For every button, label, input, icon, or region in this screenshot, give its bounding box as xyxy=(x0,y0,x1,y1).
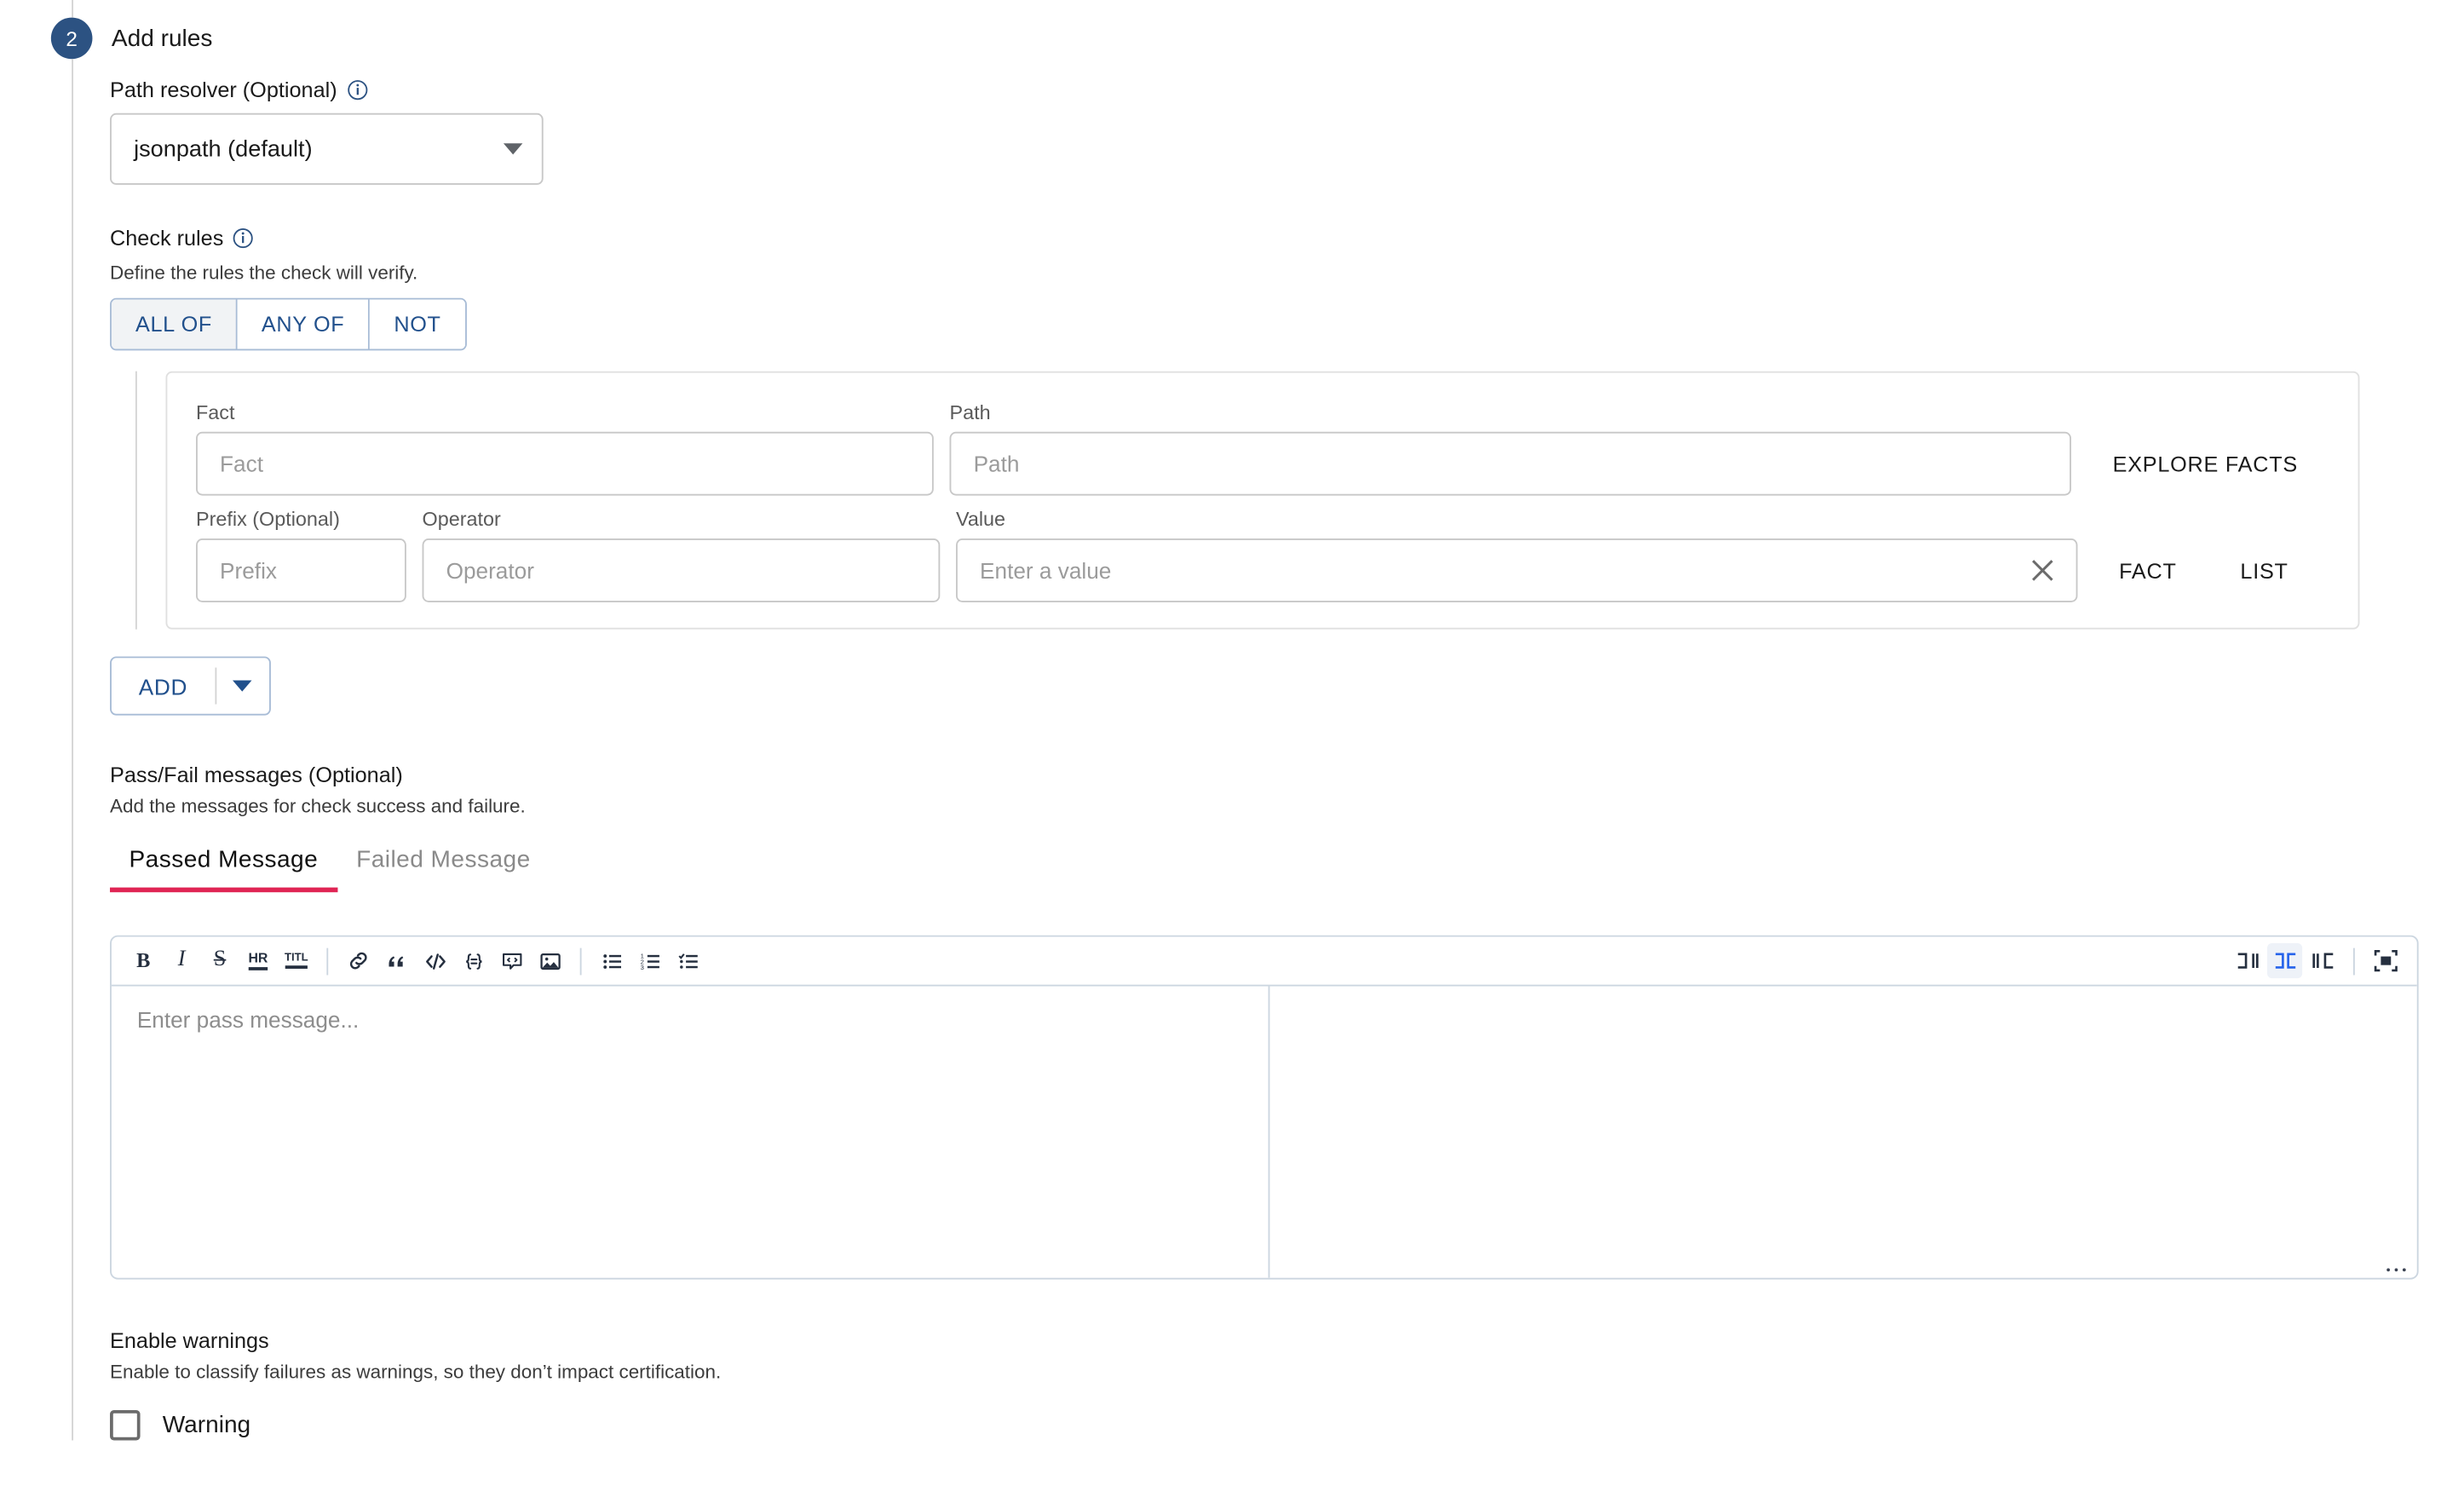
close-icon[interactable] xyxy=(2025,553,2060,588)
warning-checkbox-row[interactable]: Warning xyxy=(110,1410,2463,1441)
numbered-list-icon[interactable]: 123 xyxy=(632,943,667,978)
bullet-list-icon[interactable] xyxy=(595,943,630,978)
value-group: Value Enter a value xyxy=(956,509,2077,602)
add-button-dropdown[interactable] xyxy=(216,658,269,713)
variable-icon[interactable] xyxy=(456,943,491,978)
prefix-group: Prefix (Optional) Prefix xyxy=(196,509,406,602)
rules-rail xyxy=(135,371,137,630)
title-icon[interactable]: TITL xyxy=(279,943,314,978)
svg-text:3: 3 xyxy=(640,963,643,970)
step-section: 2 Add rules Path resolver (Optional) jso… xyxy=(0,0,2463,1440)
step-rail xyxy=(72,59,73,1440)
view-split-icon[interactable] xyxy=(2267,943,2302,978)
chevron-down-icon xyxy=(233,680,252,691)
pass-fail-title: Pass/Fail messages (Optional) xyxy=(110,763,2463,787)
editor-toolbar-left: B I S HR TITL xyxy=(126,943,706,978)
value-input-placeholder: Enter a value xyxy=(980,558,1111,584)
editor-toolbar: B I S HR TITL xyxy=(112,937,2417,987)
chevron-down-icon xyxy=(504,143,522,154)
prefix-label: Prefix (Optional) xyxy=(196,509,406,531)
rule-row-bottom: Prefix (Optional) Prefix Operator Operat… xyxy=(196,509,2329,602)
warning-checkbox[interactable] xyxy=(110,1410,141,1441)
explore-facts-button[interactable]: EXPLORE FACTS xyxy=(2106,432,2304,496)
check-rules-label: Check rules xyxy=(110,227,223,250)
info-icon[interactable] xyxy=(347,80,367,101)
checklist-icon[interactable] xyxy=(671,943,705,978)
code-icon[interactable] xyxy=(417,943,452,978)
toggle-any-of[interactable]: ANY OF xyxy=(238,300,370,349)
rule-row-top: Fact Fact Path Path xyxy=(196,401,2329,495)
operator-input[interactable]: Operator xyxy=(423,538,941,602)
tab-failed-message[interactable]: Failed Message xyxy=(337,846,550,892)
fact-group: Fact Fact xyxy=(196,401,934,495)
operator-label: Operator xyxy=(423,509,941,531)
page-root: 2 Add rules Path resolver (Optional) jso… xyxy=(0,0,2463,1502)
prefix-input-placeholder: Prefix xyxy=(220,558,277,584)
step-number-badge: 2 xyxy=(51,18,93,60)
editor-preview-pane xyxy=(1269,987,2416,1278)
path-input-placeholder: Path xyxy=(974,451,1020,476)
step-title: Add rules xyxy=(112,25,213,52)
view-preview-only-icon[interactable] xyxy=(2306,943,2340,978)
pass-fail-subtitle: Add the messages for check success and f… xyxy=(110,795,2463,817)
fact-input[interactable]: Fact xyxy=(196,432,934,496)
value-input[interactable]: Enter a value xyxy=(956,538,2077,602)
strikethrough-icon[interactable]: S xyxy=(202,943,237,978)
bold-icon[interactable]: B xyxy=(126,943,161,978)
value-label: Value xyxy=(956,509,2077,531)
editor-placeholder: Enter pass message... xyxy=(137,1007,359,1033)
rules-area: Fact Fact Path Path xyxy=(110,371,2463,630)
check-rules-label-row: Check rules xyxy=(110,227,2463,250)
toolbar-separator xyxy=(2353,947,2355,975)
italic-icon[interactable]: I xyxy=(164,943,199,978)
list-button[interactable]: LIST xyxy=(2234,538,2294,602)
path-group: Path Path xyxy=(950,401,2071,495)
editor-toolbar-right xyxy=(2229,943,2403,978)
path-resolver-select[interactable]: jsonpath (default) xyxy=(110,113,544,185)
image-icon[interactable] xyxy=(533,943,567,978)
step-header: 2 Add rules xyxy=(0,0,2463,59)
link-icon[interactable] xyxy=(341,943,376,978)
check-rules-helper: Define the rules the check will verify. xyxy=(110,262,2463,284)
logic-toggle-group: ALL OF ANY OF NOT xyxy=(110,298,467,351)
resize-handle-icon[interactable] xyxy=(2386,1268,2405,1272)
message-editor: B I S HR TITL xyxy=(110,936,2419,1280)
fact-button[interactable]: FACT xyxy=(2113,538,2183,602)
editor-body: Enter pass message... xyxy=(112,987,2417,1278)
tab-passed-message[interactable]: Passed Message xyxy=(110,846,337,892)
path-resolver-label-row: Path resolver (Optional) xyxy=(110,78,2463,102)
editor-textarea[interactable]: Enter pass message... xyxy=(112,987,1269,1278)
info-icon[interactable] xyxy=(233,227,254,248)
path-input[interactable]: Path xyxy=(950,432,2071,496)
warnings-subtitle: Enable to classify failures as warnings,… xyxy=(110,1361,2463,1383)
toolbar-separator xyxy=(580,947,582,975)
path-label: Path xyxy=(950,401,2071,423)
view-editor-only-icon[interactable] xyxy=(2229,943,2264,978)
warnings-section: Enable warnings Enable to classify failu… xyxy=(110,1329,2463,1441)
toolbar-separator xyxy=(326,947,328,975)
message-tabs: Passed Message Failed Message xyxy=(110,846,2463,892)
prefix-input[interactable]: Prefix xyxy=(196,538,406,602)
toggle-all-of[interactable]: ALL OF xyxy=(112,300,238,349)
add-button: ADD xyxy=(110,656,270,715)
code-block-icon[interactable] xyxy=(494,943,529,978)
path-resolver-value: jsonpath (default) xyxy=(134,136,313,162)
horizontal-rule-icon[interactable]: HR xyxy=(240,943,275,978)
fact-label: Fact xyxy=(196,401,934,423)
fullscreen-icon[interactable] xyxy=(2368,943,2403,978)
blockquote-icon[interactable] xyxy=(379,943,414,978)
warning-checkbox-label: Warning xyxy=(163,1412,250,1439)
warnings-title: Enable warnings xyxy=(110,1329,2463,1353)
step-body: Path resolver (Optional) jsonpath (defau… xyxy=(110,59,2463,1440)
operator-input-placeholder: Operator xyxy=(446,558,534,584)
add-button-label[interactable]: ADD xyxy=(112,658,215,713)
toggle-not[interactable]: NOT xyxy=(370,300,464,349)
rule-card: Fact Fact Path Path xyxy=(165,371,2359,630)
fact-input-placeholder: Fact xyxy=(220,451,263,476)
operator-group: Operator Operator xyxy=(423,509,941,602)
path-resolver-label: Path resolver (Optional) xyxy=(110,78,337,102)
step-rail-top xyxy=(72,0,73,18)
